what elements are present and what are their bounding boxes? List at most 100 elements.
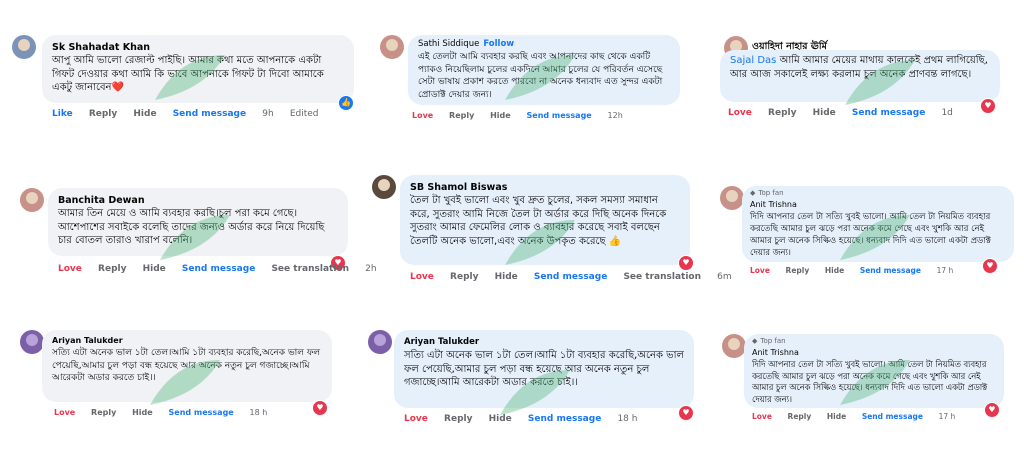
love-button[interactable]: Love <box>404 414 428 424</box>
hide-button[interactable]: Hide <box>490 111 511 120</box>
hide-button[interactable]: Hide <box>813 108 836 118</box>
avatar[interactable] <box>372 175 396 199</box>
diamond-icon: ◆ <box>752 337 758 345</box>
hide-button[interactable]: Hide <box>827 412 846 421</box>
love-button[interactable]: Love <box>58 264 82 274</box>
avatar[interactable] <box>722 334 746 358</box>
reply-button[interactable]: Reply <box>444 414 472 424</box>
comment-card: SB Shamol Biswas তৈল টা খুবই ভালো এবং খু… <box>372 175 732 285</box>
reply-button[interactable]: Reply <box>449 111 474 120</box>
hide-button[interactable]: Hide <box>132 408 153 417</box>
love-button[interactable]: Love <box>410 272 434 282</box>
see-translation-link[interactable]: See translation <box>271 264 349 274</box>
comment-text: আপু আমি ভালো রেজাল্ট পাইছি। আমার কথা মতে… <box>52 55 324 93</box>
avatar[interactable] <box>20 330 44 354</box>
comment-bubble: ◆ Top fan Anit Trishna দিদি আপনার তেল টা … <box>742 186 1014 262</box>
commenter-name[interactable]: Banchita Dewan <box>58 194 338 207</box>
comment-actions: Love Reply Hide Send message 18 h <box>404 414 650 424</box>
comment-card: ওয়াহিদা নাহার ঊর্মি Sajal Das আমি আমার … <box>720 36 1014 126</box>
follow-button[interactable]: Follow <box>483 39 514 49</box>
commenter-name[interactable]: Ariyan Talukder <box>404 336 684 349</box>
commenter-name[interactable]: Ariyan Talukder <box>52 334 322 347</box>
love-button[interactable]: Love <box>752 412 772 421</box>
hide-button[interactable]: Hide <box>825 266 844 275</box>
reply-button[interactable]: Reply <box>450 272 478 282</box>
avatar[interactable] <box>20 188 44 212</box>
commenter-name-text[interactable]: Sathi Siddique <box>418 39 479 49</box>
love-icon: ♥ <box>984 402 1000 418</box>
love-icon: ♥ <box>312 400 328 416</box>
commenter-name[interactable]: Anit Trishna <box>752 346 996 359</box>
timestamp[interactable]: 17 h <box>937 266 954 275</box>
comment-card: Banchita Dewan আমার তিন মেয়ে ও আমি ব্যব… <box>20 188 377 278</box>
avatar[interactable] <box>380 35 404 59</box>
commenter-name[interactable]: SB Shamol Biswas <box>410 181 680 194</box>
send-message-button[interactable]: Send message <box>528 414 601 424</box>
timestamp[interactable]: 18 h <box>617 414 637 424</box>
timestamp[interactable]: 1d <box>941 108 952 118</box>
love-icon: ♥ <box>678 405 694 421</box>
send-message-button[interactable]: Send message <box>182 264 255 274</box>
comment-actions: Love Reply Hide Send message 12h <box>412 111 636 120</box>
send-message-button[interactable]: Send message <box>862 412 923 421</box>
like-button[interactable]: Like <box>52 109 73 119</box>
comment-text: সত্যি এটা অনেক ভাল ১টা তেল।আমি ১টা ব্যবহ… <box>404 350 684 388</box>
love-icon: ♥ <box>980 98 996 114</box>
comment-text-bubble: Sajal Das আমি আমার মেয়ের মাথায় কালকেই … <box>720 50 1000 102</box>
comment-card: ◆ Top fan Anit Trishna দিদি আপনার তেল টা … <box>720 186 1020 281</box>
comment-card: Sk Shahadat Khan আপু আমি ভালো রেজাল্ট পা… <box>12 35 357 125</box>
top-fan-badge: ◆ Top fan <box>750 189 1006 198</box>
avatar[interactable] <box>368 330 392 354</box>
comment-bubble: Ariyan Talukder সত্যি এটা অনেক ভাল ১টা ত… <box>42 330 332 402</box>
comment-actions: Like Reply Hide Send message 9h Edited <box>52 109 332 119</box>
send-message-button[interactable]: Send message <box>852 108 925 118</box>
comment-actions: Love Reply Hide Send message 18 h <box>54 408 280 417</box>
comment-bubble: Sathi Siddique Follow এই তেলটা আমি ব্যবহা… <box>408 35 680 105</box>
hide-button[interactable]: Hide <box>495 272 518 282</box>
love-button[interactable]: Love <box>750 266 770 275</box>
send-message-button[interactable]: Send message <box>173 109 246 119</box>
mention-link[interactable]: Sajal Das <box>730 55 776 66</box>
love-button[interactable]: Love <box>728 108 752 118</box>
comment-actions: Love Reply Hide Send message 1d <box>728 108 966 118</box>
reply-button[interactable]: Reply <box>91 408 116 417</box>
comment-card: Ariyan Talukder সত্যি এটা অনেক ভাল ১টা ত… <box>368 330 698 430</box>
send-message-button[interactable]: Send message <box>527 111 592 120</box>
comment-bubble: SB Shamol Biswas তৈল টা খুবই ভালো এবং খু… <box>400 175 690 265</box>
avatar[interactable] <box>720 186 744 210</box>
timestamp[interactable]: 17 h <box>939 412 956 421</box>
timestamp[interactable]: 18 h <box>250 408 268 417</box>
avatar[interactable] <box>12 35 36 59</box>
reply-button[interactable]: Reply <box>89 109 117 119</box>
comment-text: এই তেলটা আমি ব্যবহার করছি এবং আপনাদের কা… <box>418 52 663 100</box>
see-translation-link[interactable]: See translation <box>623 272 701 282</box>
timestamp[interactable]: 9h <box>262 109 273 119</box>
comment-card: Ariyan Talukder সত্যি এটা অনেক ভাল ১টা ত… <box>20 330 335 422</box>
comment-bubble: Ariyan Talukder সত্যি এটা অনেক ভাল ১টা ত… <box>394 330 694 408</box>
hide-button[interactable]: Hide <box>133 109 156 119</box>
love-button[interactable]: Love <box>54 408 75 417</box>
reply-button[interactable]: Reply <box>768 108 796 118</box>
like-icon: 👍 <box>338 95 354 111</box>
send-message-button[interactable]: Send message <box>534 272 607 282</box>
comment-actions: Love Reply Hide Send message 17 h <box>752 412 968 421</box>
top-fan-label: Top fan <box>760 337 786 345</box>
send-message-button[interactable]: Send message <box>169 408 234 417</box>
comment-actions: Love Reply Hide Send message 17 h <box>750 266 966 275</box>
commenter-name: Sathi Siddique Follow <box>418 38 670 51</box>
comment-card: ◆ Top fan Anit Trishna দিদি আপনার তেল টা … <box>722 334 1012 429</box>
reply-button[interactable]: Reply <box>786 266 810 275</box>
commenter-name[interactable]: Sk Shahadat Khan <box>52 41 344 54</box>
love-icon: ♥ <box>982 258 998 274</box>
timestamp[interactable]: 12h <box>608 111 623 120</box>
hide-button[interactable]: Hide <box>489 414 512 424</box>
comment-actions: Love Reply Hide Send message See transla… <box>58 264 390 274</box>
top-fan-badge: ◆ Top fan <box>752 337 996 346</box>
love-button[interactable]: Love <box>412 111 433 120</box>
reply-button[interactable]: Reply <box>788 412 812 421</box>
comment-card: Sathi Siddique Follow এই তেলটা আমি ব্যবহা… <box>380 35 680 125</box>
commenter-name[interactable]: Anit Trishna <box>750 198 1006 211</box>
send-message-button[interactable]: Send message <box>860 266 921 275</box>
hide-button[interactable]: Hide <box>143 264 166 274</box>
reply-button[interactable]: Reply <box>98 264 126 274</box>
